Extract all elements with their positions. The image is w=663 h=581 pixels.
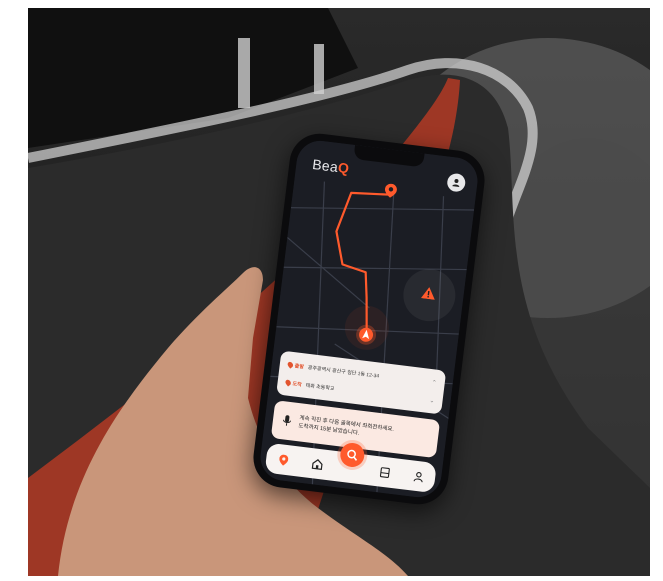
home-icon [311, 458, 323, 470]
voice-guidance-text: 계속 직진 후 다음 골목에서 좌회전하세요. 도착까지 15분 남았습니다. [298, 414, 394, 441]
user-icon [452, 179, 460, 188]
book-icon [379, 466, 390, 478]
origin-label: 출발 [294, 362, 305, 370]
destination-pin-icon [284, 378, 292, 387]
warning-icon[interactable] [420, 286, 436, 300]
search-logo-icon [347, 449, 358, 461]
chevron-down-icon[interactable]: ⌄ [429, 397, 435, 405]
logo-accent: Q [337, 159, 351, 177]
origin-pin-icon [286, 360, 295, 369]
mic-icon[interactable] [280, 414, 293, 427]
map-pin-icon [278, 454, 288, 466]
logo-text: Bea [311, 156, 340, 176]
person-icon [413, 471, 423, 482]
photo-scene: BeaQ 출발 광주광역시 광산구 첨단 1동 12-34 ⌃ 도착 태화 초등… [28, 8, 650, 576]
destination-label: 도착 [292, 380, 303, 388]
phone-screen: BeaQ 출발 광주광역시 광산구 첨단 1동 12-34 ⌃ 도착 태화 초등… [257, 138, 481, 500]
tab-records[interactable] [377, 464, 393, 480]
tab-profile[interactable] [410, 468, 426, 484]
navigation-arrow-icon [356, 324, 377, 345]
tab-location[interactable] [275, 452, 291, 468]
chevron-up-icon[interactable]: ⌃ [431, 379, 437, 387]
map-pin-icon[interactable] [384, 183, 398, 198]
tab-home[interactable] [309, 456, 325, 472]
